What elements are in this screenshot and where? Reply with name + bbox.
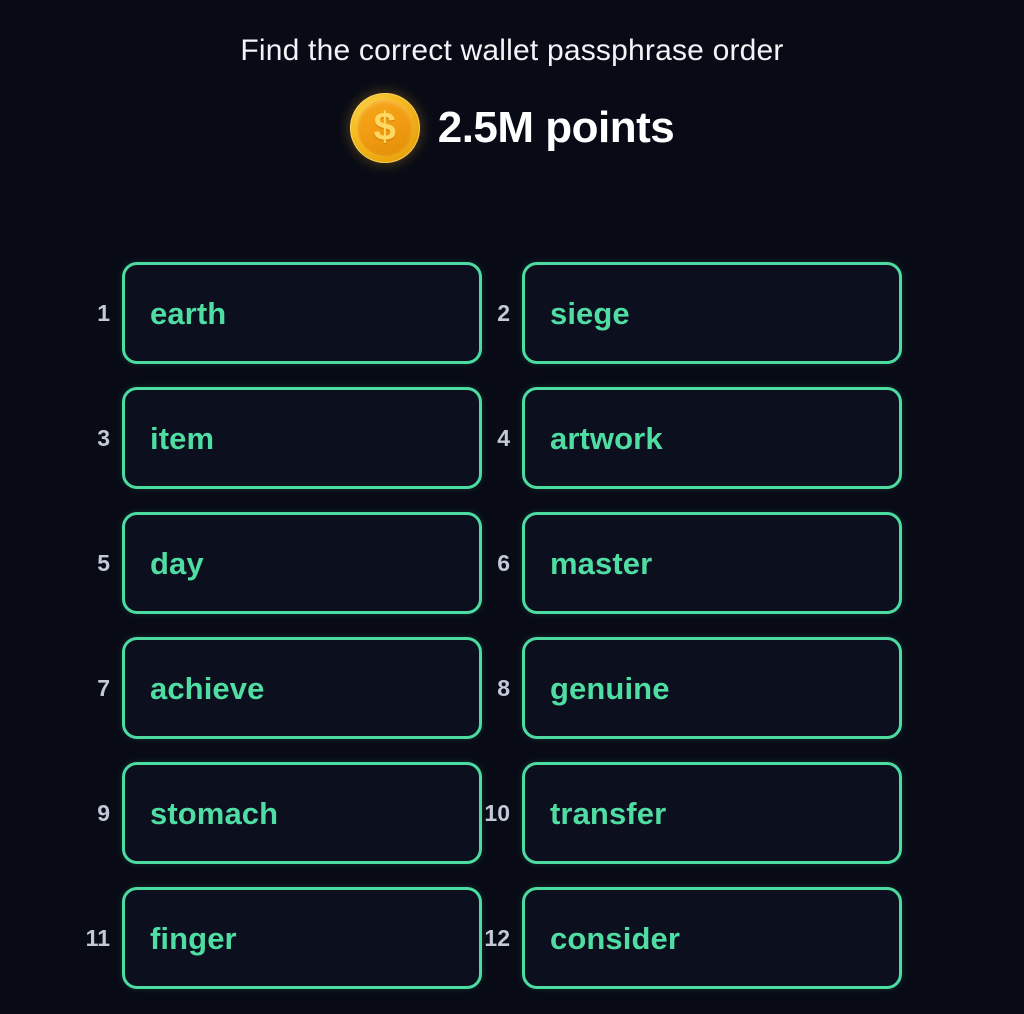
word-text: achieve <box>150 670 265 706</box>
word-text: genuine <box>550 670 670 706</box>
slot-index: 2 <box>497 299 510 326</box>
word-tile[interactable]: artwork <box>522 387 902 489</box>
slot-index: 12 <box>484 924 510 951</box>
passphrase-slot-10: 10 transfer <box>482 762 902 864</box>
word-tile[interactable]: earth <box>122 262 482 364</box>
reward-banner: $ 2.5M points <box>0 93 1024 163</box>
word-tile[interactable]: stomach <box>122 762 482 864</box>
gold-coin-dollar-icon: $ <box>349 93 420 163</box>
passphrase-slot-8: 8 genuine <box>482 637 902 739</box>
passphrase-slot-4: 4 artwork <box>482 387 902 489</box>
slot-index: 9 <box>97 799 110 826</box>
word-tile[interactable]: master <box>522 512 902 614</box>
slot-index: 3 <box>97 424 110 451</box>
word-tile[interactable]: genuine <box>522 637 902 739</box>
word-text: earth <box>150 295 227 331</box>
word-text: consider <box>550 920 681 956</box>
passphrase-slot-3: 3 item <box>82 387 482 489</box>
passphrase-grid: 1 earth 2 siege 3 item 4 artwork 5 day 6… <box>82 262 942 989</box>
slot-index: 10 <box>484 799 510 826</box>
slot-index: 7 <box>97 674 110 701</box>
word-text: item <box>150 420 215 456</box>
word-text: finger <box>150 920 237 956</box>
word-tile[interactable]: achieve <box>122 637 482 739</box>
passphrase-slot-9: 9 stomach <box>82 762 482 864</box>
passphrase-slot-2: 2 siege <box>482 262 902 364</box>
word-tile[interactable]: finger <box>122 887 482 989</box>
points-label: 2.5M points <box>437 103 675 152</box>
passphrase-slot-1: 1 earth <box>82 262 482 364</box>
word-text: master <box>550 545 653 581</box>
passphrase-puzzle-page: Find the correct wallet passphrase order… <box>0 0 1024 1014</box>
slot-index: 5 <box>97 549 110 576</box>
word-tile[interactable]: item <box>122 387 482 489</box>
page-header: Find the correct wallet passphrase order… <box>0 0 1024 163</box>
slot-index: 11 <box>85 924 110 951</box>
word-tile[interactable]: siege <box>522 262 902 364</box>
slot-index: 1 <box>97 299 110 326</box>
passphrase-slot-12: 12 consider <box>482 887 902 989</box>
word-text: artwork <box>550 420 663 456</box>
word-text: stomach <box>150 795 279 831</box>
word-tile[interactable]: transfer <box>522 762 902 864</box>
word-text: transfer <box>550 795 667 831</box>
word-tile[interactable]: day <box>122 512 482 614</box>
page-title: Find the correct wallet passphrase order <box>240 34 784 67</box>
slot-index: 4 <box>497 424 510 451</box>
passphrase-slot-11: 11 finger <box>82 887 482 989</box>
word-text: siege <box>550 295 630 331</box>
passphrase-slot-5: 5 day <box>82 512 482 614</box>
slot-index: 6 <box>497 549 510 576</box>
word-text: day <box>150 545 204 581</box>
coin-dollar-symbol: $ <box>373 105 396 149</box>
slot-index: 8 <box>497 674 510 701</box>
word-tile[interactable]: consider <box>522 887 902 989</box>
passphrase-slot-7: 7 achieve <box>82 637 482 739</box>
passphrase-slot-6: 6 master <box>482 512 902 614</box>
